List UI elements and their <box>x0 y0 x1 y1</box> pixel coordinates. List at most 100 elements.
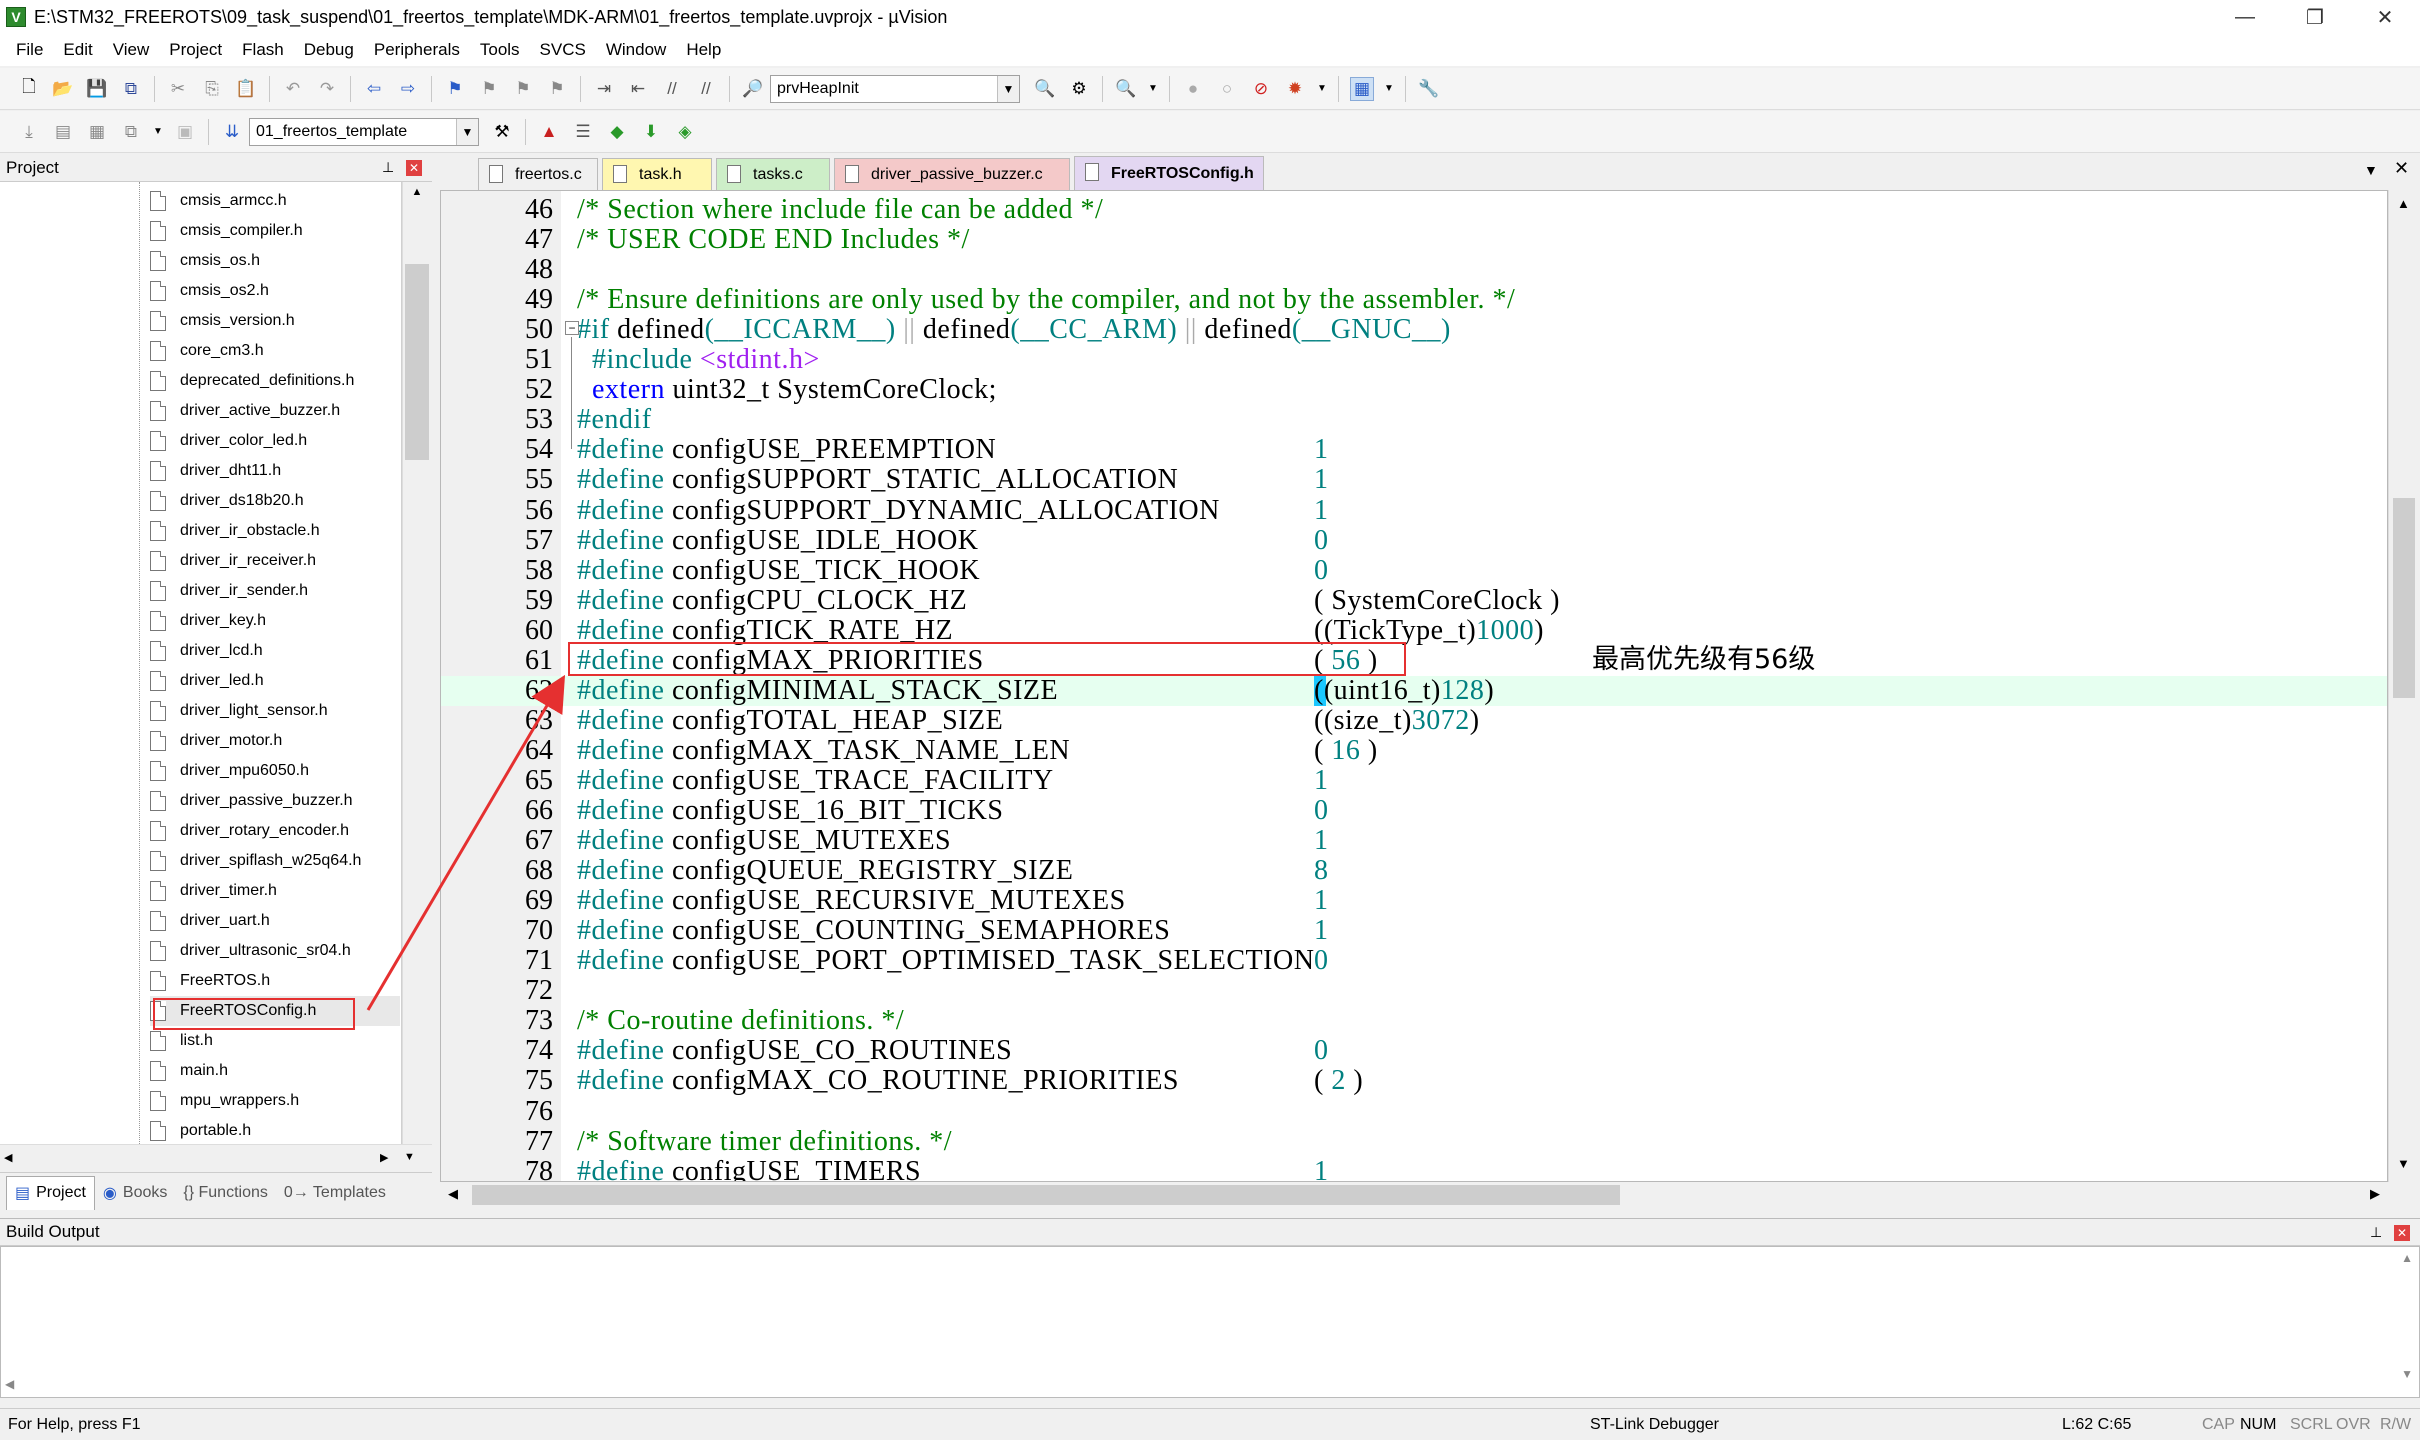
disable-breakpoints-icon[interactable]: ⊘ <box>1249 77 1273 101</box>
code-line[interactable]: 66 #define configUSE_16_BIT_TICKS 0 <box>441 796 2387 826</box>
code-line[interactable]: 74 #define configUSE_CO_ROUTINES 0 <box>441 1036 2387 1066</box>
scroll-left-icon[interactable]: ◀ <box>5 1377 14 1391</box>
configure-icon[interactable]: 🔧 <box>1417 77 1441 101</box>
project-file-item[interactable]: driver_ds18b20.h <box>150 486 304 516</box>
menu-debug[interactable]: Debug <box>294 40 364 60</box>
navigate-back-icon[interactable]: ⇦ <box>362 77 386 101</box>
project-file-item[interactable]: driver_active_buzzer.h <box>150 396 340 426</box>
build-output-pane[interactable]: ▲ ▼ ◀ <box>0 1246 2420 1398</box>
project-file-item[interactable]: main.h <box>150 1056 228 1086</box>
code-line[interactable]: 71 #define configUSE_PORT_OPTIMISED_TASK_… <box>441 946 2387 976</box>
code-line[interactable]: 59 #define configCPU_CLOCK_HZ ( SystemCore… <box>441 585 2387 616</box>
scroll-up-icon[interactable]: ▲ <box>2397 196 2410 211</box>
scroll-right-icon[interactable]: ▶ <box>380 1151 388 1164</box>
project-file-item[interactable]: FreeRTOS.h <box>150 966 270 996</box>
tab-list-dropdown-icon[interactable]: ▼ <box>2364 162 2378 178</box>
project-file-item[interactable]: driver_spiflash_w25q64.h <box>150 846 361 876</box>
menu-window[interactable]: Window <box>596 40 676 60</box>
next-bookmark-icon[interactable]: ⚑ <box>511 77 535 101</box>
incremental-find-icon[interactable]: 🔍 <box>1033 77 1057 101</box>
undo-icon[interactable]: ↶ <box>281 77 305 101</box>
project-file-item[interactable]: driver_key.h <box>150 606 266 636</box>
project-vertical-scrollbar[interactable]: ▲ <box>402 182 432 1144</box>
close-window-button[interactable]: ✕ <box>2350 0 2420 34</box>
tab-books[interactable]: ◉ Books <box>95 1176 175 1210</box>
code-line[interactable]: 68 #define configQUEUE_REGISTRY_SIZE 8 <box>441 856 2387 886</box>
project-file-item[interactable]: driver_uart.h <box>150 906 270 936</box>
code-line[interactable]: 49 /* Ensure definitions are only used by… <box>441 285 2387 315</box>
menu-project[interactable]: Project <box>159 40 232 60</box>
code-line[interactable]: 73 /* Co-routine definitions. */ <box>441 1006 2387 1036</box>
find-icon[interactable]: ⚙ <box>1067 77 1091 101</box>
code-line[interactable]: 72 <box>441 976 2387 1006</box>
maximize-button[interactable]: ❐ <box>2280 0 2350 34</box>
project-file-item[interactable]: driver_passive_buzzer.h <box>150 786 353 816</box>
scroll-right-icon[interactable]: ▶ <box>2370 1186 2380 1202</box>
code-line[interactable]: 48 <box>441 255 2387 285</box>
save-all-icon[interactable]: ⧉ <box>119 77 143 101</box>
code-editor[interactable]: 46 /* Section where include file can be a… <box>440 190 2388 1182</box>
code-line[interactable]: 58 #define configUSE_TICK_HOOK 0 <box>441 555 2387 586</box>
fold-collapse-icon[interactable]: − <box>565 321 579 335</box>
project-file-item[interactable]: driver_color_led.h <box>150 426 307 456</box>
download-load-icon[interactable]: ⇊ <box>220 120 244 144</box>
menu-peripherals[interactable]: Peripherals <box>364 40 470 60</box>
tab-project[interactable]: ▤ Project <box>6 1175 95 1210</box>
translate-icon[interactable]: ⤓ <box>17 120 41 144</box>
code-line[interactable]: 52 extern uint32_t SystemCoreClock; <box>441 375 2387 405</box>
editor-hscroll-thumb[interactable] <box>472 1185 1620 1205</box>
kill-breakpoints-icon[interactable]: ✹ <box>1283 77 1307 101</box>
scroll-down-icon[interactable]: ▼ <box>2401 1367 2413 1381</box>
editor-tab[interactable]: driver_passive_buzzer.c <box>834 158 1070 190</box>
target-combo[interactable]: 01_freertos_template ▼ <box>249 117 479 146</box>
project-file-item[interactable]: list.h <box>150 1026 213 1056</box>
project-file-item[interactable]: portable.h <box>150 1116 251 1146</box>
project-file-item[interactable]: driver_motor.h <box>150 726 282 756</box>
project-file-item[interactable]: cmsis_version.h <box>150 306 295 336</box>
editor-tab[interactable]: FreeRTOSConfig.h <box>1074 156 1264 190</box>
editor-tab[interactable]: tasks.c <box>716 158 830 190</box>
project-file-item[interactable]: cmsis_armcc.h <box>150 186 287 216</box>
project-horizontal-scrollbar[interactable]: ◀ ▶ ▼ <box>0 1144 432 1172</box>
code-line[interactable]: 47 /* USER CODE END Includes */ <box>441 225 2387 255</box>
code-line[interactable]: 77 /* Software timer definitions. */ <box>441 1126 2387 1157</box>
menu-view[interactable]: View <box>103 40 160 60</box>
close-document-icon[interactable]: ✕ <box>2394 158 2409 179</box>
code-line[interactable]: 78 #define configUSE_TIMERS 1 <box>441 1156 2387 1181</box>
run-time-environment-icon[interactable]: ◈ <box>673 120 697 144</box>
code-line[interactable]: 75 #define configMAX_CO_ROUTINE_PRIORITIE… <box>441 1066 2387 1096</box>
code-line[interactable]: 54 #define configUSE_PREEMPTION 1 <box>441 435 2387 465</box>
code-line[interactable]: 46 /* Section where include file can be a… <box>441 195 2387 225</box>
find-in-files-icon[interactable]: 🔎 <box>741 77 765 101</box>
bookmark-icon[interactable]: ⚑ <box>443 77 467 101</box>
clear-bookmarks-icon[interactable]: ⚑ <box>545 77 569 101</box>
window-layout-icon[interactable]: ▦ <box>1350 76 1374 101</box>
code-line[interactable]: 62 #define configMINIMAL_STACK_SIZE ((uint… <box>441 675 2387 706</box>
menu-svcs[interactable]: SVCS <box>530 40 596 60</box>
scroll-down-icon[interactable]: ▼ <box>2397 1156 2410 1171</box>
scroll-left-icon[interactable]: ◀ <box>4 1151 12 1164</box>
project-file-item[interactable]: driver_timer.h <box>150 876 277 906</box>
menu-tools[interactable]: Tools <box>470 40 530 60</box>
copy-icon[interactable]: ⎘ <box>200 77 224 101</box>
project-file-item[interactable]: driver_lcd.h <box>150 636 263 666</box>
cut-icon[interactable]: ✂ <box>166 77 190 101</box>
scroll-down-icon[interactable]: ▼ <box>404 1151 415 1163</box>
project-file-item[interactable]: driver_mpu6050.h <box>150 756 309 786</box>
project-file-item[interactable]: core_cm3.h <box>150 336 264 366</box>
editor-horizontal-scrollbar[interactable]: ◀ ▶ <box>440 1182 2420 1208</box>
tab-templates[interactable]: 0→ Templates <box>276 1176 394 1210</box>
new-file-icon[interactable]: 🗋 <box>17 77 41 101</box>
chevron-down-icon[interactable]: ▼ <box>153 120 163 144</box>
manage-components-icon[interactable]: ▲ <box>537 120 561 144</box>
scroll-up-icon[interactable]: ▲ <box>407 186 427 202</box>
close-panel-icon[interactable]: ✕ <box>406 160 422 176</box>
code-line[interactable]: 53 #endif <box>441 405 2387 435</box>
stop-build-icon[interactable]: ▣ <box>173 120 197 144</box>
project-file-item[interactable]: driver_led.h <box>150 666 264 696</box>
code-line[interactable]: 63 #define configTOTAL_HEAP_SIZE ((size_t)… <box>441 705 2387 736</box>
project-file-item[interactable]: driver_ir_sender.h <box>150 576 308 606</box>
code-line[interactable]: 70 #define configUSE_COUNTING_SEMAPHORES 1 <box>441 916 2387 946</box>
editor-vertical-scrollbar[interactable]: ▲ ▼ <box>2388 190 2420 1182</box>
pin-icon[interactable]: ⊥ <box>382 159 394 176</box>
